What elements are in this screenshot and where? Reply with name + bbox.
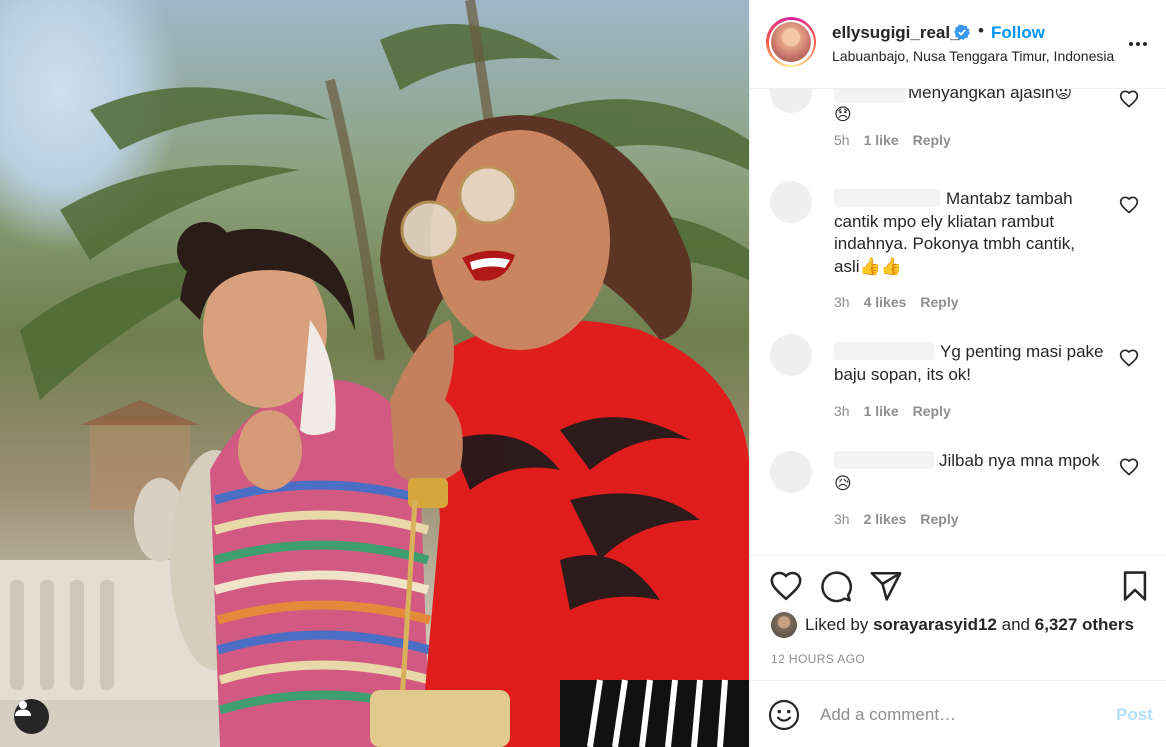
comment-likes[interactable]: 1 like bbox=[864, 403, 899, 419]
comment-meta: 3h 2 likes Reply bbox=[834, 511, 959, 527]
comment-reply-button[interactable]: Reply bbox=[920, 294, 958, 310]
post-side-panel: ellysugigi_real_ • Follow Labuanbajo, Nu… bbox=[749, 0, 1166, 747]
post-actions: Liked by sorayarasyid12 and 6,327 others… bbox=[750, 555, 1166, 680]
post-location[interactable]: Labuanbajo, Nusa Tenggara Timur, Indones… bbox=[832, 48, 1114, 64]
likes-middle: and bbox=[1001, 615, 1030, 634]
comment-meta: 3h 4 likes Reply bbox=[834, 294, 959, 310]
post-comment-button[interactable]: Post bbox=[1116, 705, 1153, 725]
share-paper-plane-icon[interactable] bbox=[869, 569, 903, 603]
comment-text: Yg penting masi pake baju sopan, its ok! bbox=[834, 342, 1104, 384]
comment-like-heart-icon[interactable] bbox=[1119, 457, 1139, 477]
post-timestamp[interactable]: 12 HOURS AGO bbox=[771, 652, 865, 666]
tagged-user-button[interactable] bbox=[14, 699, 49, 734]
comments-list[interactable]: Menyangkan ajasih😟 😞 5h 1 like Reply Man… bbox=[750, 89, 1166, 555]
comment-time: 5h bbox=[834, 132, 850, 148]
comment-time: 3h bbox=[834, 511, 850, 527]
comment-like-heart-icon[interactable] bbox=[1119, 89, 1139, 109]
comment-text: Menyangkan ajasih😟 bbox=[908, 89, 1073, 102]
comment-likes[interactable]: 1 like bbox=[864, 132, 899, 148]
comment-input[interactable] bbox=[820, 701, 1100, 729]
comment-avatar[interactable] bbox=[770, 334, 812, 376]
author-username[interactable]: ellysugigi_real_ bbox=[832, 23, 960, 43]
photo-illustration bbox=[0, 0, 749, 747]
comment-item: Jilbab nya mna mpok😥 3h 2 likes Reply bbox=[750, 447, 1166, 547]
comment-time: 3h bbox=[834, 294, 850, 310]
comment-text-cont: 😞 bbox=[834, 105, 852, 124]
comment-bubble-icon[interactable] bbox=[819, 569, 853, 603]
user-icon bbox=[15, 701, 31, 716]
more-options-icon[interactable] bbox=[1126, 34, 1150, 54]
likes-summary: Liked by sorayarasyid12 and 6,327 others bbox=[771, 612, 1134, 638]
comment-meta: 3h 1 like Reply bbox=[834, 403, 951, 419]
likes-text[interactable]: Liked by sorayarasyid12 and 6,327 others bbox=[805, 615, 1134, 635]
post-header: ellysugigi_real_ • Follow Labuanbajo, Nu… bbox=[750, 0, 1166, 89]
comment-text: Jilbab nya mna mpok😥 bbox=[834, 451, 1100, 493]
comment-avatar[interactable] bbox=[770, 181, 812, 223]
likes-prefix: Liked by bbox=[805, 615, 869, 634]
liker-avatar[interactable] bbox=[771, 612, 797, 638]
header-separator: • bbox=[978, 21, 984, 40]
comment-likes[interactable]: 4 likes bbox=[864, 294, 907, 310]
comment-likes[interactable]: 2 likes bbox=[864, 511, 907, 527]
author-avatar[interactable] bbox=[766, 17, 816, 67]
like-heart-icon[interactable] bbox=[769, 569, 803, 603]
add-comment-bar: Post bbox=[750, 680, 1166, 747]
comment-username[interactable] bbox=[834, 89, 906, 103]
comment-item: Yg penting masi pake baju sopan, its ok!… bbox=[750, 334, 1166, 438]
verified-badge-icon bbox=[954, 24, 970, 40]
liker-username[interactable]: sorayarasyid12 bbox=[873, 615, 997, 634]
follow-button[interactable]: Follow bbox=[991, 23, 1045, 43]
comment-text: Mantabz tambah cantik mpo ely kliatan ra… bbox=[834, 189, 1075, 276]
post-photo[interactable] bbox=[0, 0, 749, 747]
comment-like-heart-icon[interactable] bbox=[1119, 348, 1139, 368]
comment-meta: 5h 1 like Reply bbox=[834, 132, 951, 148]
comment-item: Mantabz tambah cantik mpo ely kliatan ra… bbox=[750, 181, 1166, 325]
comment-like-heart-icon[interactable] bbox=[1119, 195, 1139, 215]
comment-avatar[interactable] bbox=[770, 89, 812, 113]
comment-time: 3h bbox=[834, 403, 850, 419]
emoji-smile-icon[interactable] bbox=[768, 699, 800, 731]
comment-item: Menyangkan ajasih😟 😞 5h 1 like Reply bbox=[750, 89, 1166, 169]
save-bookmark-icon[interactable] bbox=[1118, 569, 1152, 603]
comment-reply-button[interactable]: Reply bbox=[920, 511, 958, 527]
likes-others-count[interactable]: 6,327 others bbox=[1035, 615, 1134, 634]
comment-reply-button[interactable]: Reply bbox=[913, 132, 951, 148]
comment-reply-button[interactable]: Reply bbox=[913, 403, 951, 419]
comment-avatar[interactable] bbox=[770, 451, 812, 493]
